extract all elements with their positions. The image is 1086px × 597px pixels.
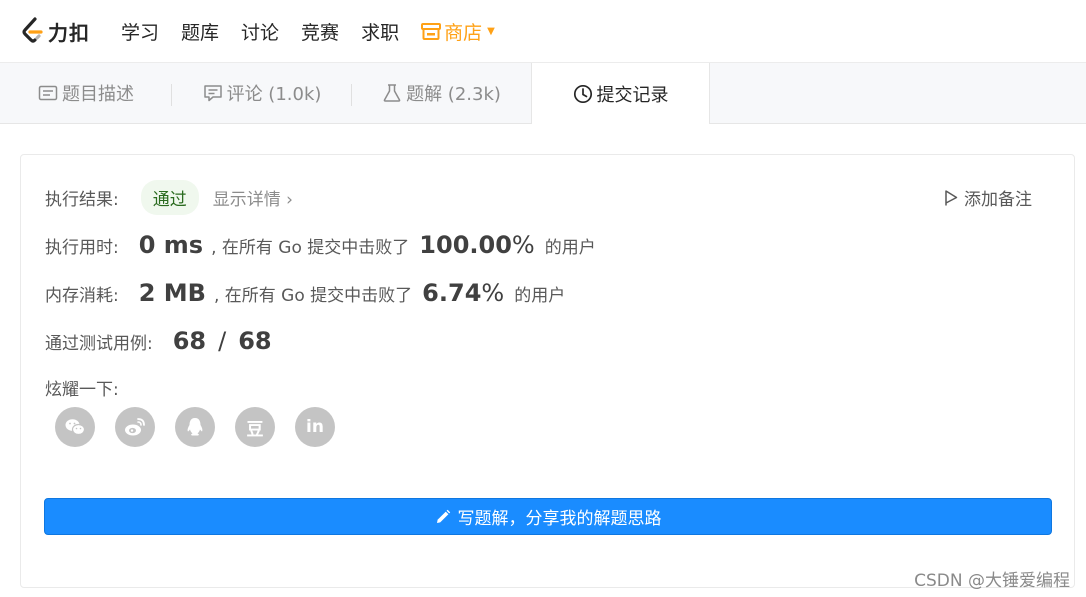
testcases-passed: 68 xyxy=(172,327,207,355)
nav-contest[interactable]: 竞赛 xyxy=(301,18,339,45)
flag-icon xyxy=(945,189,958,205)
testcases-label: 通过测试用例: xyxy=(45,333,153,354)
document-icon xyxy=(38,85,58,101)
share-linkedin-button[interactable]: in xyxy=(295,407,335,447)
pencil-icon xyxy=(436,509,450,523)
share-wechat-button[interactable] xyxy=(55,407,95,447)
runtime-percent-symbol: % xyxy=(511,231,535,259)
testcases-total: 68 xyxy=(238,327,272,355)
write-solution-label: 写题解，分享我的解题思路 xyxy=(457,509,662,529)
comment-icon xyxy=(203,85,222,102)
tab-label: 评论 (1.0k) xyxy=(226,84,322,105)
nav-store[interactable]: 商店 ▼ xyxy=(421,18,495,45)
testcases-row: 通过测试用例: 68 / 68 xyxy=(45,327,272,355)
result-row: 执行结果: 通过 显示详情 › xyxy=(45,180,293,215)
share-weibo-button[interactable] xyxy=(115,407,155,447)
logo-text: 力扣 xyxy=(48,20,90,45)
tab-comments[interactable]: 评论 (1.0k) xyxy=(172,63,352,123)
clock-icon xyxy=(573,84,592,103)
chevron-right-icon: › xyxy=(286,190,293,210)
share-row: 炫耀一下: xyxy=(45,375,119,400)
memory-label: 内存消耗: xyxy=(45,285,119,306)
memory-row: 内存消耗: 2 MB , 在所有 Go 提交中击败了 6.74 % 的用户 xyxy=(45,279,565,307)
top-navigation: 力扣 学习 题库 讨论 竞赛 求职 商店 ▼ xyxy=(0,0,1086,63)
leetcode-logo-icon xyxy=(22,17,43,43)
flask-icon xyxy=(383,84,401,102)
runtime-row: 执行用时: 0 ms , 在所有 Go 提交中击败了 100.00 % 的用户 xyxy=(45,231,596,259)
store-icon xyxy=(421,22,442,40)
nav-problemset[interactable]: 题库 xyxy=(181,18,219,45)
nav-jobs[interactable]: 求职 xyxy=(361,18,399,45)
memory-value: 2 MB xyxy=(138,279,206,307)
result-label: 执行结果: xyxy=(45,190,119,210)
runtime-value: 0 ms xyxy=(138,231,204,259)
status-badge: 通过 xyxy=(140,180,199,215)
problem-tabs: 题目描述 评论 (1.0k) 题解 (2.3k) 提交记录 xyxy=(0,63,1086,124)
add-note-label: 添加备注 xyxy=(964,190,1032,210)
write-solution-button[interactable]: 写题解，分享我的解题思路 xyxy=(44,498,1052,535)
tab-label: 题目描述 xyxy=(62,84,134,105)
runtime-beat-text: , 在所有 Go 提交中击败了 xyxy=(211,237,410,258)
tab-label: 题解 (2.3k) xyxy=(406,84,501,105)
share-douban-button[interactable]: 豆 xyxy=(235,407,275,447)
share-qq-button[interactable] xyxy=(175,407,215,447)
nav-store-label: 商店 xyxy=(444,21,483,44)
caret-down-icon: ▼ xyxy=(487,25,495,37)
submission-result-card: 执行结果: 通过 显示详情 › 添加备注 执行用时: 0 ms , 在所有 Go… xyxy=(20,154,1075,588)
nav-discuss[interactable]: 讨论 xyxy=(241,18,279,45)
weibo-icon xyxy=(125,418,145,436)
memory-percent: 6.74 xyxy=(422,279,482,307)
add-note-button[interactable]: 添加备注 xyxy=(944,185,1032,210)
qq-icon xyxy=(187,418,203,436)
memory-percent-symbol: % xyxy=(481,279,505,307)
memory-suffix: 的用户 xyxy=(514,285,566,306)
runtime-suffix: 的用户 xyxy=(544,237,596,258)
runtime-percent: 100.00 xyxy=(419,231,512,259)
linkedin-icon: in xyxy=(306,417,324,437)
show-details-label: 显示详情 xyxy=(212,190,281,210)
memory-beat-text: , 在所有 Go 提交中击败了 xyxy=(213,285,413,306)
runtime-label: 执行用时: xyxy=(45,237,119,258)
watermark: CSDN @大锤爱编程 xyxy=(914,571,1070,591)
tab-submissions[interactable]: 提交记录 xyxy=(531,63,710,124)
wechat-icon xyxy=(65,419,86,436)
douban-icon: 豆 xyxy=(246,419,264,440)
logo[interactable]: 力扣 xyxy=(20,17,90,46)
tab-label: 提交记录 xyxy=(596,84,669,106)
share-buttons: 豆 in xyxy=(55,407,355,447)
tab-description[interactable]: 题目描述 xyxy=(0,63,172,123)
testcases-slash: / xyxy=(218,327,227,355)
share-label: 炫耀一下: xyxy=(45,380,119,400)
tab-solutions[interactable]: 题解 (2.3k) xyxy=(352,63,531,123)
show-details-link[interactable]: 显示详情 › xyxy=(213,185,293,210)
nav-learn[interactable]: 学习 xyxy=(121,18,159,45)
